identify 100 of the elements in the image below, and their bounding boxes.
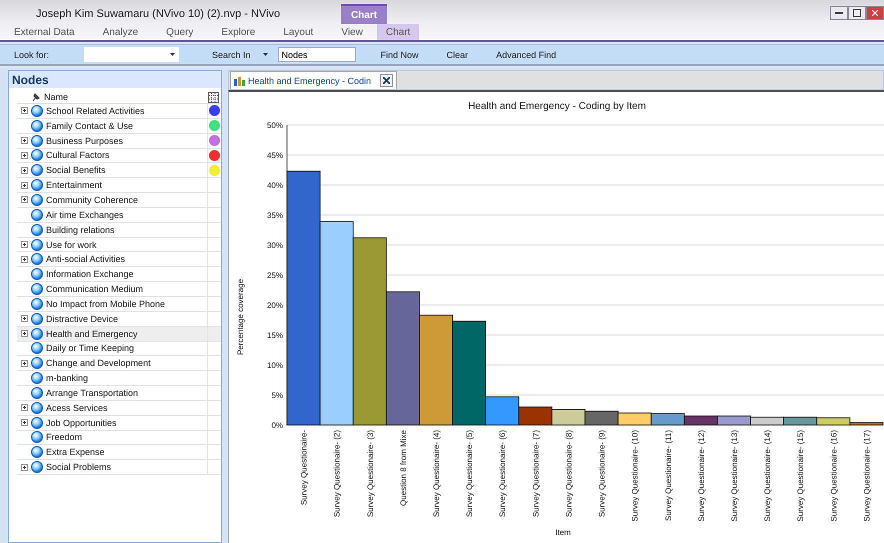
restore-button[interactable] xyxy=(848,6,866,20)
node-icon xyxy=(31,149,43,162)
node-row[interactable]: Community Coherence xyxy=(17,193,221,208)
node-row[interactable]: Social Benefits xyxy=(17,163,221,178)
x-tick-label: Question 8 from Mixe xyxy=(398,430,408,506)
node-row[interactable]: Job Opportunities xyxy=(17,416,221,431)
y-tick-label: 35% xyxy=(266,211,283,220)
bar xyxy=(684,416,718,426)
expand-icon[interactable] xyxy=(20,464,28,471)
node-icon xyxy=(31,268,43,280)
expand-icon[interactable] xyxy=(20,256,28,263)
node-row[interactable]: Acess Services xyxy=(17,400,221,416)
ribbon-tab[interactable]: View xyxy=(327,24,377,40)
node-row[interactable]: School Related Activities xyxy=(17,104,221,119)
node-name: Distractive Device xyxy=(45,314,120,324)
node-row[interactable]: Extra Expense xyxy=(17,445,221,460)
node-row[interactable]: Anti-social Activities xyxy=(17,252,221,268)
node-icon xyxy=(31,357,43,370)
y-tick-label: 0% xyxy=(271,421,283,430)
expand-icon[interactable] xyxy=(20,107,28,114)
ribbon-tab[interactable]: Analyze xyxy=(88,24,152,40)
expand-icon[interactable] xyxy=(20,404,28,412)
node-row[interactable]: Health and Emergency xyxy=(17,326,221,342)
y-tick-label: 40% xyxy=(266,181,283,190)
node-icon xyxy=(31,134,43,147)
node-icon xyxy=(31,164,43,176)
bar xyxy=(750,416,784,426)
grid-icon[interactable] xyxy=(208,92,219,102)
x-tick-label: Survey Questionaire- (4) xyxy=(432,430,441,518)
node-icon xyxy=(31,461,43,474)
node-row[interactable]: Distractive Device xyxy=(17,312,221,327)
column-header[interactable]: Name xyxy=(41,92,208,102)
pin-icon xyxy=(31,92,41,102)
y-tick-label: 20% xyxy=(266,301,283,310)
node-icon xyxy=(31,194,43,206)
find-bar-button[interactable]: Find Now xyxy=(378,48,422,62)
node-row[interactable]: Cultural Factors xyxy=(17,148,221,164)
document-tab[interactable]: Health and Emergency - Codin xyxy=(230,71,398,89)
x-tick-label: Survey Questionaire- (9) xyxy=(598,430,607,518)
node-name: Cultural Factors xyxy=(45,150,111,160)
search-in-field[interactable]: Nodes xyxy=(278,47,356,62)
node-name: Building relations xyxy=(45,224,116,235)
search-in-label: Search In xyxy=(212,50,251,60)
node-row[interactable]: Use for work xyxy=(17,238,221,252)
node-row[interactable]: No Impact from Mobile Phone xyxy=(17,296,221,312)
ribbon-tab[interactable]: Query xyxy=(152,24,208,40)
expand-icon[interactable] xyxy=(20,152,28,159)
node-name: Community Coherence xyxy=(45,194,140,205)
find-bar-button[interactable]: Clear xyxy=(444,48,472,62)
expand-icon[interactable] xyxy=(20,182,28,189)
expand-icon[interactable] xyxy=(20,196,28,204)
node-row[interactable]: m-banking xyxy=(17,371,221,386)
bar xyxy=(552,409,586,426)
node-name: Health and Emergency xyxy=(45,328,139,339)
node-row[interactable]: Building relations xyxy=(17,222,221,238)
ribbon-tab[interactable]: Chart xyxy=(376,24,420,40)
find-bar-button[interactable]: Advanced Find xyxy=(493,48,560,62)
node-name: Extra Expense xyxy=(45,447,106,458)
node-icon xyxy=(31,446,43,458)
node-name: Communication Medium xyxy=(45,284,144,294)
node-name: Social Benefits xyxy=(45,165,107,176)
close-button[interactable] xyxy=(866,6,884,20)
expand-icon[interactable] xyxy=(20,419,28,426)
expand-icon[interactable] xyxy=(20,241,28,248)
node-row[interactable]: Information Exchange xyxy=(17,267,221,282)
node-name: Use for work xyxy=(45,240,98,250)
node-name: Acess Services xyxy=(45,402,109,413)
y-axis-label: Percentage coverage xyxy=(236,278,245,356)
x-tick-label: Survey Questionaire- (10) xyxy=(630,430,640,522)
node-row[interactable]: Family Contact & Use xyxy=(17,118,221,134)
node-row[interactable]: Social Problems xyxy=(17,460,221,476)
x-tick-label: Survey Questionaire- (2) xyxy=(332,430,342,518)
y-tick-label: 25% xyxy=(266,271,283,280)
chart-title: Health and Emergency - Coding by Item xyxy=(468,101,646,112)
node-row[interactable]: Change and Development xyxy=(17,356,221,372)
minimize-button[interactable] xyxy=(830,6,848,20)
node-row[interactable]: Freedom xyxy=(17,430,221,446)
node-name: Freedom xyxy=(45,432,84,442)
node-row[interactable]: Business Purposes xyxy=(17,134,221,149)
expand-icon[interactable] xyxy=(20,137,28,144)
ribbon-tab[interactable]: Layout xyxy=(269,24,328,40)
close-button[interactable] xyxy=(380,74,394,87)
node-row[interactable]: Communication Medium xyxy=(17,282,221,297)
expand-icon[interactable] xyxy=(20,330,28,338)
bar xyxy=(584,410,618,426)
node-row[interactable]: Arrange Transportation xyxy=(17,386,221,401)
node-row[interactable]: Daily or Time Keeping xyxy=(17,342,221,356)
ribbon-tab[interactable]: External Data xyxy=(0,24,89,40)
node-icon xyxy=(31,312,43,325)
expand-icon[interactable] xyxy=(20,166,28,174)
node-name: Social Problems xyxy=(45,462,112,472)
node-row[interactable]: Air time Exchanges xyxy=(17,208,221,223)
expand-icon[interactable] xyxy=(20,360,28,367)
expand-icon[interactable] xyxy=(20,315,28,322)
node-row[interactable]: Entertainment xyxy=(17,178,221,194)
ribbon-tab[interactable]: Explore xyxy=(207,24,270,40)
node-icon xyxy=(31,224,43,236)
x-tick-label: Survey Questionaire- (6) xyxy=(498,430,508,518)
caret-icon xyxy=(170,53,175,56)
node-name: m-banking xyxy=(45,373,90,384)
